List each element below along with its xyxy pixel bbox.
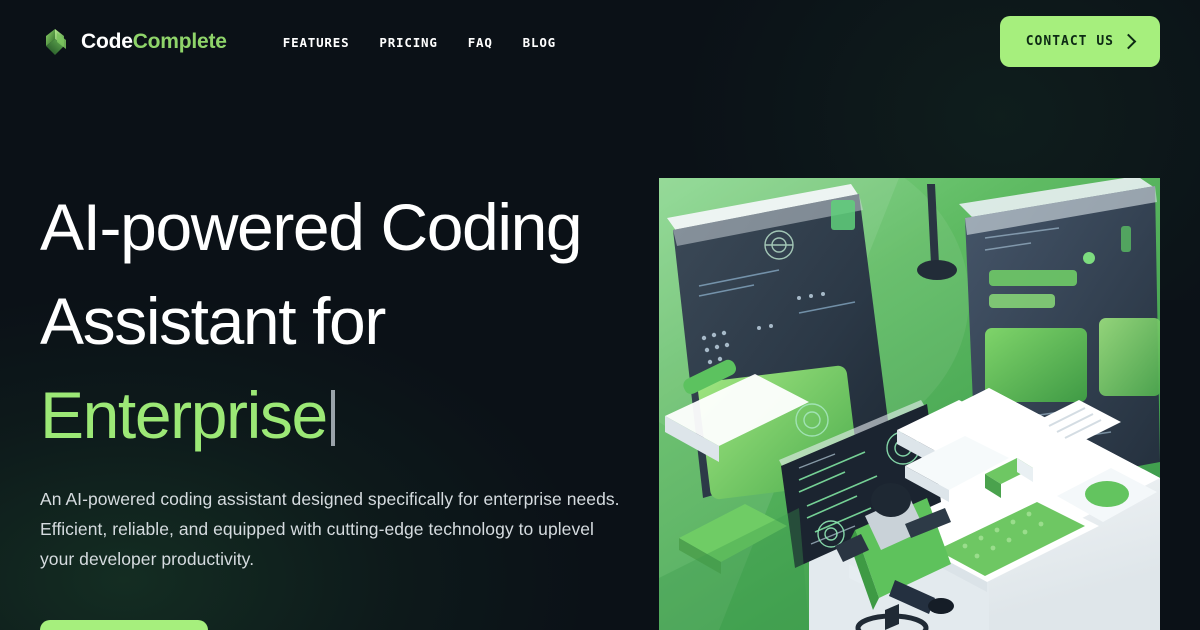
hero-subcopy: An AI-powered coding assistant designed … xyxy=(40,489,620,569)
brand-code-text: Code xyxy=(81,30,133,53)
hero-headline-accent: Enterprise xyxy=(40,378,328,452)
brand-logo[interactable]: CodeComplete xyxy=(44,27,227,57)
isometric-developer-workspace-illustration xyxy=(659,178,1160,630)
landing-page: CodeComplete FEATURES PRICING FAQ BLOG C… xyxy=(0,0,1200,630)
site-header: CodeComplete FEATURES PRICING FAQ BLOG C… xyxy=(0,0,1200,84)
typewriter-caret xyxy=(330,390,335,446)
chevron-right-icon xyxy=(1120,33,1137,49)
nav-link-pricing[interactable]: PRICING xyxy=(379,35,437,50)
contact-us-label: CONTACT US xyxy=(1025,34,1114,49)
chevron-blocks-logo-icon xyxy=(44,27,72,57)
brand-complete-text: Complete xyxy=(132,30,227,53)
hero-headline-line1: AI-powered Coding xyxy=(40,190,583,264)
brand-wordmark: CodeComplete xyxy=(81,30,227,54)
nav-link-faq[interactable]: FAQ xyxy=(468,35,493,50)
hero-headline-line2: Assistant for xyxy=(40,284,386,358)
hero-headline: AI-powered Coding Assistant for Enterpri… xyxy=(40,180,640,462)
contact-us-button[interactable]: CONTACT US xyxy=(999,16,1160,67)
hero-copy: AI-powered Coding Assistant for Enterpri… xyxy=(40,180,640,630)
nav-link-features[interactable]: FEATURES xyxy=(283,35,350,50)
get-started-button[interactable]: GET STARTED xyxy=(40,620,208,630)
primary-navigation: FEATURES PRICING FAQ BLOG xyxy=(283,35,556,50)
nav-link-blog[interactable]: BLOG xyxy=(523,35,556,50)
